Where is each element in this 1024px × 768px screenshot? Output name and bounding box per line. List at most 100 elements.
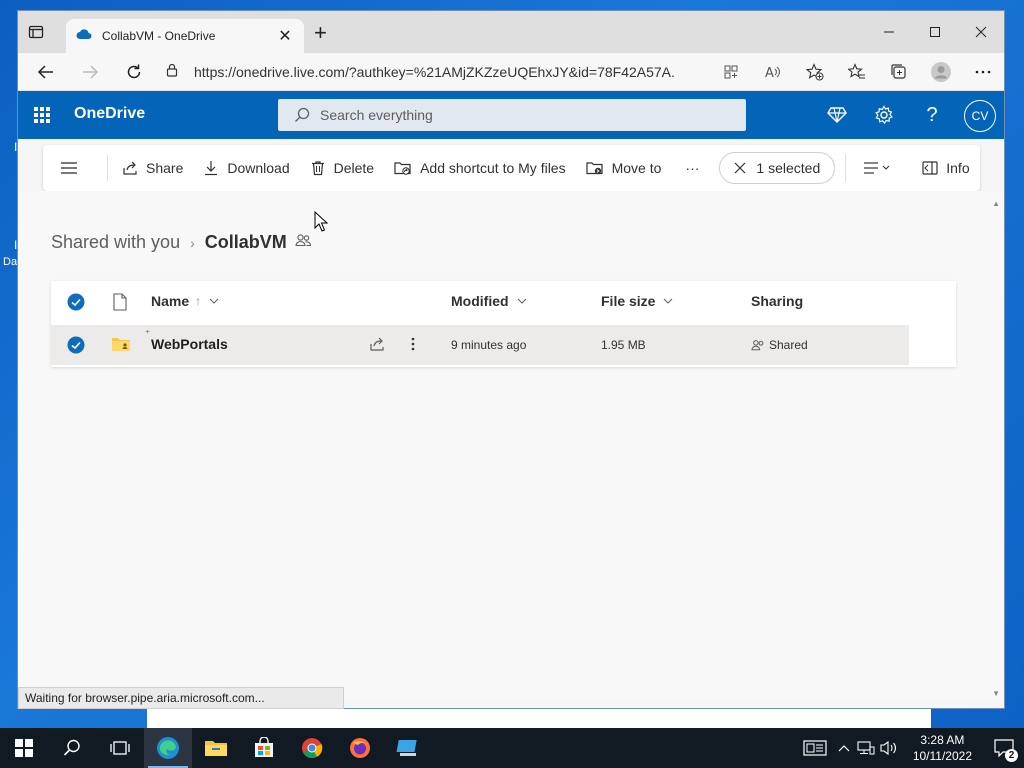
clear-selection-icon[interactable] xyxy=(734,162,756,174)
delete-label: Delete xyxy=(333,160,375,176)
name-header-label: Name xyxy=(151,293,190,309)
onedrive-brand[interactable]: OneDrive xyxy=(74,105,145,123)
file-size-column-header[interactable]: File size xyxy=(601,293,673,309)
collections-icon[interactable] xyxy=(878,53,920,91)
premium-diamond-icon[interactable] xyxy=(825,103,849,127)
url-field[interactable]: https://onedrive.live.com/?authkey=%21AM… xyxy=(166,57,706,87)
tab-actions-icon[interactable] xyxy=(28,24,50,44)
info-label: Info xyxy=(946,160,970,176)
sharing-header-label: Sharing xyxy=(751,293,804,309)
breadcrumb: Shared with you › CollabVM xyxy=(51,232,311,253)
add-shortcut-button[interactable]: Add shortcut to My files xyxy=(384,145,576,191)
info-button[interactable]: Info xyxy=(912,145,979,191)
tab-bar: CollabVM - OneDrive ✕ + xyxy=(18,11,1004,53)
divider xyxy=(845,155,847,181)
minimize-icon[interactable] xyxy=(866,11,912,53)
people-icon xyxy=(751,339,765,351)
app-launcher-icon[interactable] xyxy=(34,107,50,123)
row-sharing[interactable]: Shared xyxy=(751,338,808,352)
breadcrumb-current[interactable]: CollabVM xyxy=(205,232,287,253)
forward-icon[interactable] xyxy=(78,61,102,83)
modified-column-header[interactable]: Modified xyxy=(451,293,527,309)
row-check-icon[interactable] xyxy=(67,336,85,354)
name-column-header[interactable]: Name ↑ xyxy=(151,293,219,309)
chevron-down-icon xyxy=(517,298,527,304)
selection-pill[interactable]: 1 selected xyxy=(719,152,836,184)
chrome-icon[interactable] xyxy=(288,728,336,768)
settings-more-icon[interactable] xyxy=(962,53,1004,91)
avatar[interactable]: CV xyxy=(964,100,996,132)
browser-tab[interactable]: CollabVM - OneDrive ✕ xyxy=(66,19,304,53)
read-aloud-icon[interactable]: A xyxy=(752,53,794,91)
volume-icon[interactable] xyxy=(877,728,901,768)
add-favorite-icon[interactable] xyxy=(794,53,836,91)
task-view-icon[interactable] xyxy=(96,728,144,768)
table-row[interactable]: ⁺ WebPortals 9 minutes ago 1.95 MB Share… xyxy=(51,325,909,365)
window-controls xyxy=(866,11,1004,53)
url-text: https://onedrive.live.com/?authkey=%21AM… xyxy=(194,64,676,80)
modified-header-label: Modified xyxy=(451,293,509,309)
search-icon xyxy=(294,107,310,123)
search-taskbar-icon[interactable] xyxy=(48,728,96,768)
notifications-icon[interactable]: 2 xyxy=(984,728,1024,768)
favorites-icon[interactable] xyxy=(836,53,878,91)
remote-desktop-icon[interactable] xyxy=(384,728,432,768)
browser-toolbar: A xyxy=(710,53,1004,91)
scroll-up-arrow-icon[interactable]: ▲ xyxy=(992,199,1000,208)
row-size: 1.95 MB xyxy=(601,338,646,352)
onedrive-cloud-icon xyxy=(76,27,92,45)
edge-taskbar-icon[interactable] xyxy=(144,728,192,768)
firefox-icon[interactable] xyxy=(336,728,384,768)
shared-people-icon[interactable] xyxy=(295,233,311,252)
row-name[interactable]: WebPortals xyxy=(151,336,228,352)
move-to-button[interactable]: Move to xyxy=(576,145,672,191)
move-to-icon xyxy=(586,160,612,176)
profile-icon[interactable] xyxy=(920,53,962,91)
maximize-icon[interactable] xyxy=(912,11,958,53)
scroll-down-arrow-icon[interactable]: ▼ xyxy=(992,689,1000,698)
lock-icon[interactable] xyxy=(166,63,178,82)
start-button[interactable] xyxy=(0,728,48,768)
close-window-icon[interactable] xyxy=(958,11,1004,53)
clock[interactable]: 3:28 AM 10/11/2022 xyxy=(913,732,972,764)
more-commands-button[interactable]: ··· xyxy=(671,145,713,191)
sharing-column-header[interactable]: Sharing xyxy=(751,293,803,309)
app-available-icon[interactable] xyxy=(710,53,752,91)
info-pane-icon xyxy=(922,161,946,175)
row-more-icon[interactable] xyxy=(411,337,415,351)
refresh-icon[interactable] xyxy=(122,61,146,83)
search-input[interactable]: Search everything xyxy=(278,99,746,131)
address-bar-row: https://onedrive.live.com/?authkey=%21AM… xyxy=(18,53,1004,91)
new-tab-icon[interactable]: + xyxy=(314,22,332,45)
command-bar: Share Download Delete Add shortcut to My… xyxy=(43,145,980,191)
tab-close-icon[interactable]: ✕ xyxy=(276,26,294,46)
row-share-icon[interactable] xyxy=(369,336,385,352)
help-icon[interactable]: ? xyxy=(920,103,944,127)
download-button[interactable]: Download xyxy=(193,145,299,191)
delete-button[interactable]: Delete xyxy=(300,145,384,191)
network-icon[interactable] xyxy=(855,728,877,768)
file-type-header-icon[interactable] xyxy=(113,293,127,311)
search-placeholder: Search everything xyxy=(320,107,433,123)
share-button[interactable]: Share xyxy=(112,145,193,191)
desktop-fragment: Da xyxy=(3,256,18,268)
clock-time: 3:28 AM xyxy=(920,733,965,747)
file-explorer-icon[interactable] xyxy=(192,728,240,768)
settings-gear-icon[interactable] xyxy=(872,103,896,127)
tab-title: CollabVM - OneDrive xyxy=(102,29,216,43)
nav-toggle-icon[interactable] xyxy=(43,145,103,191)
back-icon[interactable] xyxy=(34,61,58,83)
taskbar: 3:28 AM 10/11/2022 2 xyxy=(0,728,1024,768)
select-all-check-icon[interactable] xyxy=(67,293,85,311)
store-icon[interactable] xyxy=(240,728,288,768)
mouse-cursor-icon xyxy=(314,210,329,238)
notification-count-badge: 2 xyxy=(1005,749,1018,762)
view-options-button[interactable] xyxy=(850,145,912,191)
download-icon xyxy=(203,160,227,176)
breadcrumb-parent[interactable]: Shared with you xyxy=(51,232,180,253)
selected-count: 1 selected xyxy=(756,160,821,176)
keyboard-layout-icon[interactable] xyxy=(797,728,833,768)
file-list-header: Name ↑ Modified File size Sharing xyxy=(51,281,956,323)
chevron-up-icon[interactable] xyxy=(833,728,855,768)
chevron-down-icon xyxy=(663,298,673,304)
